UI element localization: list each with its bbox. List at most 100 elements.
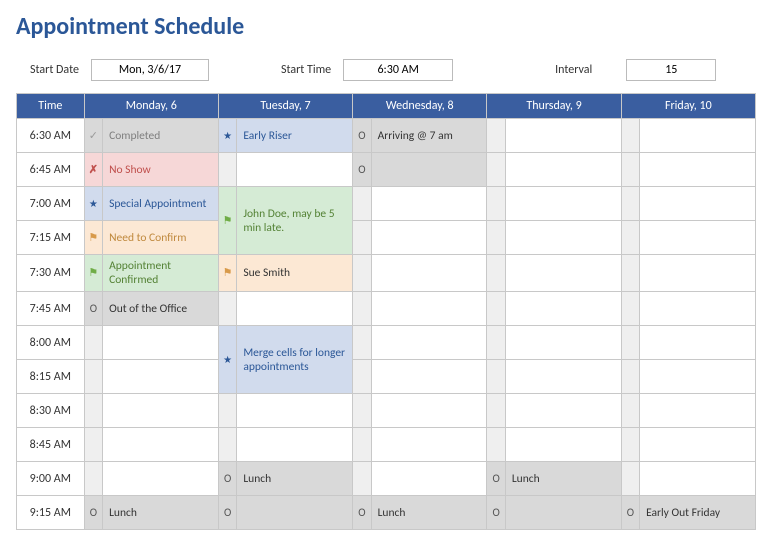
table-row: 8:30 AM bbox=[17, 394, 756, 428]
appt-icon-cell bbox=[353, 255, 371, 292]
appt-cell[interactable]: Lunch bbox=[371, 496, 487, 530]
appt-icon-cell bbox=[218, 428, 236, 462]
appt-icon-cell bbox=[218, 394, 236, 428]
appt-cell[interactable] bbox=[640, 255, 756, 292]
appt-cell[interactable]: John Doe, may be 5 min late. bbox=[237, 187, 353, 255]
appt-cell[interactable] bbox=[640, 187, 756, 221]
appt-cell[interactable] bbox=[371, 360, 487, 394]
appt-cell[interactable] bbox=[103, 462, 219, 496]
appt-cell[interactable] bbox=[371, 255, 487, 292]
appt-cell[interactable] bbox=[237, 394, 353, 428]
appt-cell[interactable] bbox=[103, 428, 219, 462]
appt-cell[interactable] bbox=[640, 292, 756, 326]
appt-cell[interactable]: Early Out Friday bbox=[640, 496, 756, 530]
appt-cell[interactable] bbox=[640, 153, 756, 187]
appt-cell[interactable] bbox=[640, 326, 756, 360]
time-cell: 8:30 AM bbox=[17, 394, 85, 428]
appt-icon-cell bbox=[487, 153, 505, 187]
appt-cell[interactable] bbox=[237, 153, 353, 187]
appt-cell[interactable] bbox=[371, 221, 487, 255]
appt-cell[interactable]: Completed bbox=[103, 119, 219, 153]
star-icon bbox=[222, 129, 234, 142]
appt-icon-cell bbox=[621, 221, 639, 255]
appt-cell[interactable] bbox=[237, 292, 353, 326]
appt-cell[interactable] bbox=[371, 187, 487, 221]
time-cell: 8:45 AM bbox=[17, 428, 85, 462]
appt-cell[interactable] bbox=[237, 428, 353, 462]
appt-cell[interactable] bbox=[505, 292, 621, 326]
appt-cell[interactable]: Out of the Office bbox=[103, 292, 219, 326]
appt-cell[interactable] bbox=[640, 394, 756, 428]
appt-cell[interactable]: Arriving @ 7 am bbox=[371, 119, 487, 153]
appt-icon-cell bbox=[487, 326, 505, 360]
appt-cell[interactable] bbox=[505, 221, 621, 255]
appt-cell[interactable] bbox=[505, 119, 621, 153]
appt-icon-cell bbox=[218, 153, 236, 187]
appt-cell[interactable] bbox=[371, 153, 487, 187]
appt-cell[interactable] bbox=[371, 462, 487, 496]
appt-icon-cell bbox=[621, 187, 639, 221]
circle-icon bbox=[222, 506, 234, 519]
start-date-input[interactable] bbox=[91, 59, 209, 81]
appt-cell[interactable] bbox=[505, 187, 621, 221]
flag-orange-icon bbox=[222, 266, 234, 279]
table-row: 6:30 AMCompletedEarly RiserArriving @ 7 … bbox=[17, 119, 756, 153]
appt-icon-cell bbox=[218, 496, 236, 530]
appt-cell[interactable] bbox=[505, 255, 621, 292]
appt-icon-cell bbox=[353, 462, 371, 496]
appt-icon-cell bbox=[487, 394, 505, 428]
appt-icon-cell bbox=[218, 462, 236, 496]
appt-cell[interactable]: Lunch bbox=[103, 496, 219, 530]
appt-icon-cell bbox=[487, 292, 505, 326]
appt-cell[interactable] bbox=[640, 428, 756, 462]
table-row: 8:15 AM bbox=[17, 360, 756, 394]
check-icon bbox=[87, 129, 99, 142]
appt-cell[interactable] bbox=[640, 462, 756, 496]
start-time-input[interactable] bbox=[343, 59, 453, 81]
appt-icon-cell bbox=[353, 428, 371, 462]
appt-cell[interactable] bbox=[371, 292, 487, 326]
page-title: Appointment Schedule bbox=[16, 12, 756, 41]
appt-cell[interactable] bbox=[640, 119, 756, 153]
appt-cell[interactable]: No Show bbox=[103, 153, 219, 187]
appt-cell[interactable] bbox=[237, 496, 353, 530]
appt-icon-cell bbox=[487, 360, 505, 394]
appt-cell[interactable]: Sue Smith bbox=[237, 255, 353, 292]
appt-icon-cell bbox=[218, 326, 236, 394]
appt-cell[interactable] bbox=[505, 360, 621, 394]
appt-cell[interactable] bbox=[371, 394, 487, 428]
appt-cell[interactable] bbox=[103, 360, 219, 394]
appt-cell[interactable]: Lunch bbox=[237, 462, 353, 496]
appt-cell[interactable] bbox=[505, 428, 621, 462]
appt-cell[interactable]: Special Appointment bbox=[103, 187, 219, 221]
appt-cell[interactable] bbox=[103, 326, 219, 360]
appt-cell[interactable] bbox=[103, 394, 219, 428]
appt-cell[interactable] bbox=[505, 496, 621, 530]
appt-cell[interactable] bbox=[505, 153, 621, 187]
appt-cell[interactable] bbox=[505, 394, 621, 428]
appt-icon-cell bbox=[621, 326, 639, 360]
appt-cell[interactable] bbox=[371, 326, 487, 360]
appt-cell[interactable] bbox=[505, 326, 621, 360]
appt-cell[interactable] bbox=[640, 360, 756, 394]
appt-cell[interactable]: Merge cells for longer appointments bbox=[237, 326, 353, 394]
appt-cell[interactable]: Appointment Confirmed bbox=[103, 255, 219, 292]
circle-icon bbox=[356, 129, 368, 142]
interval-input[interactable] bbox=[626, 59, 716, 81]
appt-icon-cell bbox=[84, 255, 102, 292]
appt-cell[interactable]: Lunch bbox=[505, 462, 621, 496]
appt-cell[interactable] bbox=[640, 221, 756, 255]
appt-icon-cell bbox=[621, 496, 639, 530]
appt-icon-cell bbox=[218, 292, 236, 326]
appt-icon-cell bbox=[621, 394, 639, 428]
flag-green-icon bbox=[222, 214, 234, 227]
appt-icon-cell bbox=[353, 292, 371, 326]
circle-icon bbox=[87, 506, 99, 519]
interval-label: Interval bbox=[555, 63, 592, 77]
time-cell: 9:00 AM bbox=[17, 462, 85, 496]
time-cell: 7:15 AM bbox=[17, 221, 85, 255]
appt-cell[interactable]: Need to Confirm bbox=[103, 221, 219, 255]
col-time: Time bbox=[17, 94, 85, 119]
appt-cell[interactable]: Early Riser bbox=[237, 119, 353, 153]
appt-cell[interactable] bbox=[371, 428, 487, 462]
